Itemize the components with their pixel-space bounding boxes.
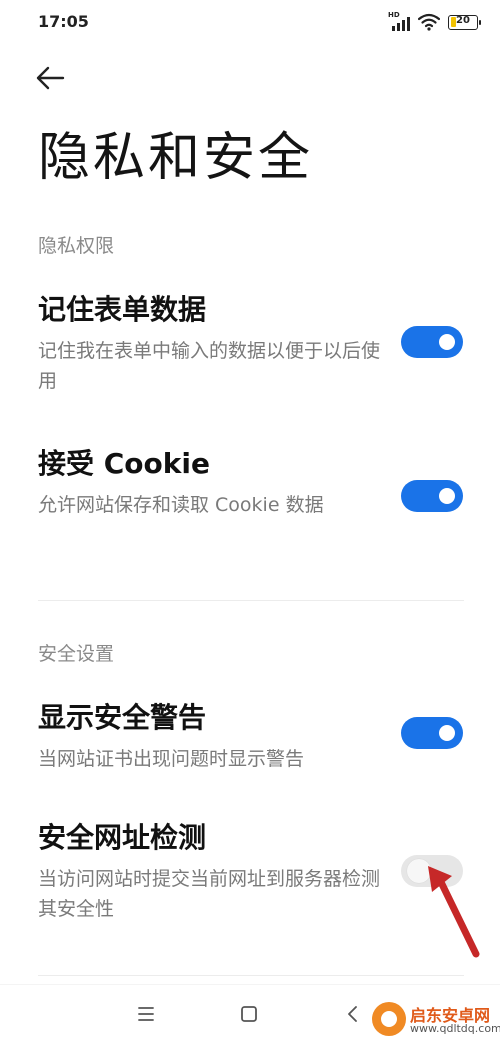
status-bar: 17:05 HD 20: [0, 0, 500, 44]
nav-menu-button[interactable]: [131, 999, 161, 1029]
toggle-knob: [439, 334, 455, 350]
signal-icon: HD: [388, 11, 410, 31]
watermark: 启东安卓网 www.qdltdq.com: [372, 1000, 500, 1042]
setting-title: 显示安全警告: [38, 701, 207, 734]
setting-description: 当网站证书出现问题时显示警告: [38, 748, 305, 770]
nav-back-button[interactable]: [338, 999, 368, 1029]
section-divider: [38, 975, 464, 976]
back-triangle-icon: [348, 1006, 357, 1022]
section-divider: [38, 600, 464, 601]
setting-description: 记住我在表单中输入的数据以便于以后使用: [38, 340, 381, 392]
section-header-security: 安全设置: [38, 643, 115, 665]
toggle-show-security-warning[interactable]: [401, 717, 463, 749]
toggle-knob: [439, 725, 455, 741]
red-arrow-annotation: [428, 866, 480, 958]
status-time: 17:05: [38, 12, 89, 31]
watermark-url: www.qdltdq.com: [410, 1022, 500, 1035]
menu-icon: [138, 1007, 154, 1021]
setting-accept-cookie[interactable]: 接受 Cookie 允许网站保存和读取 Cookie 数据: [0, 446, 500, 556]
wifi-icon: [418, 13, 440, 31]
setting-description: 当访问网站时提交当前网址到服务器检测其安全性: [38, 868, 381, 920]
setting-title: 安全网址检测: [38, 821, 207, 854]
toggle-knob: [439, 488, 455, 504]
section-header-privacy: 隐私权限: [38, 235, 115, 257]
battery-level: 20: [456, 14, 470, 26]
setting-description: 允许网站保存和读取 Cookie 数据: [38, 494, 324, 516]
setting-title: 记住表单数据: [38, 293, 207, 326]
setting-remember-form-data[interactable]: 记住表单数据 记住我在表单中输入的数据以便于以后使用: [0, 292, 500, 402]
toggle-accept-cookie[interactable]: [401, 480, 463, 512]
toggle-remember-form-data[interactable]: [401, 326, 463, 358]
page-title: 隐私和安全: [38, 128, 314, 188]
setting-show-security-warning[interactable]: 显示安全警告 当网站证书出现问题时显示警告: [0, 700, 500, 780]
arrow-left-icon: [36, 66, 65, 90]
setting-title: 接受 Cookie: [38, 447, 210, 480]
status-icons: HD 20: [388, 11, 481, 32]
battery-icon: 20: [448, 14, 481, 30]
nav-home-button[interactable]: [234, 999, 264, 1029]
back-button[interactable]: [30, 60, 70, 96]
home-square-icon: [241, 1006, 257, 1022]
watermark-logo-icon: [372, 1002, 406, 1036]
